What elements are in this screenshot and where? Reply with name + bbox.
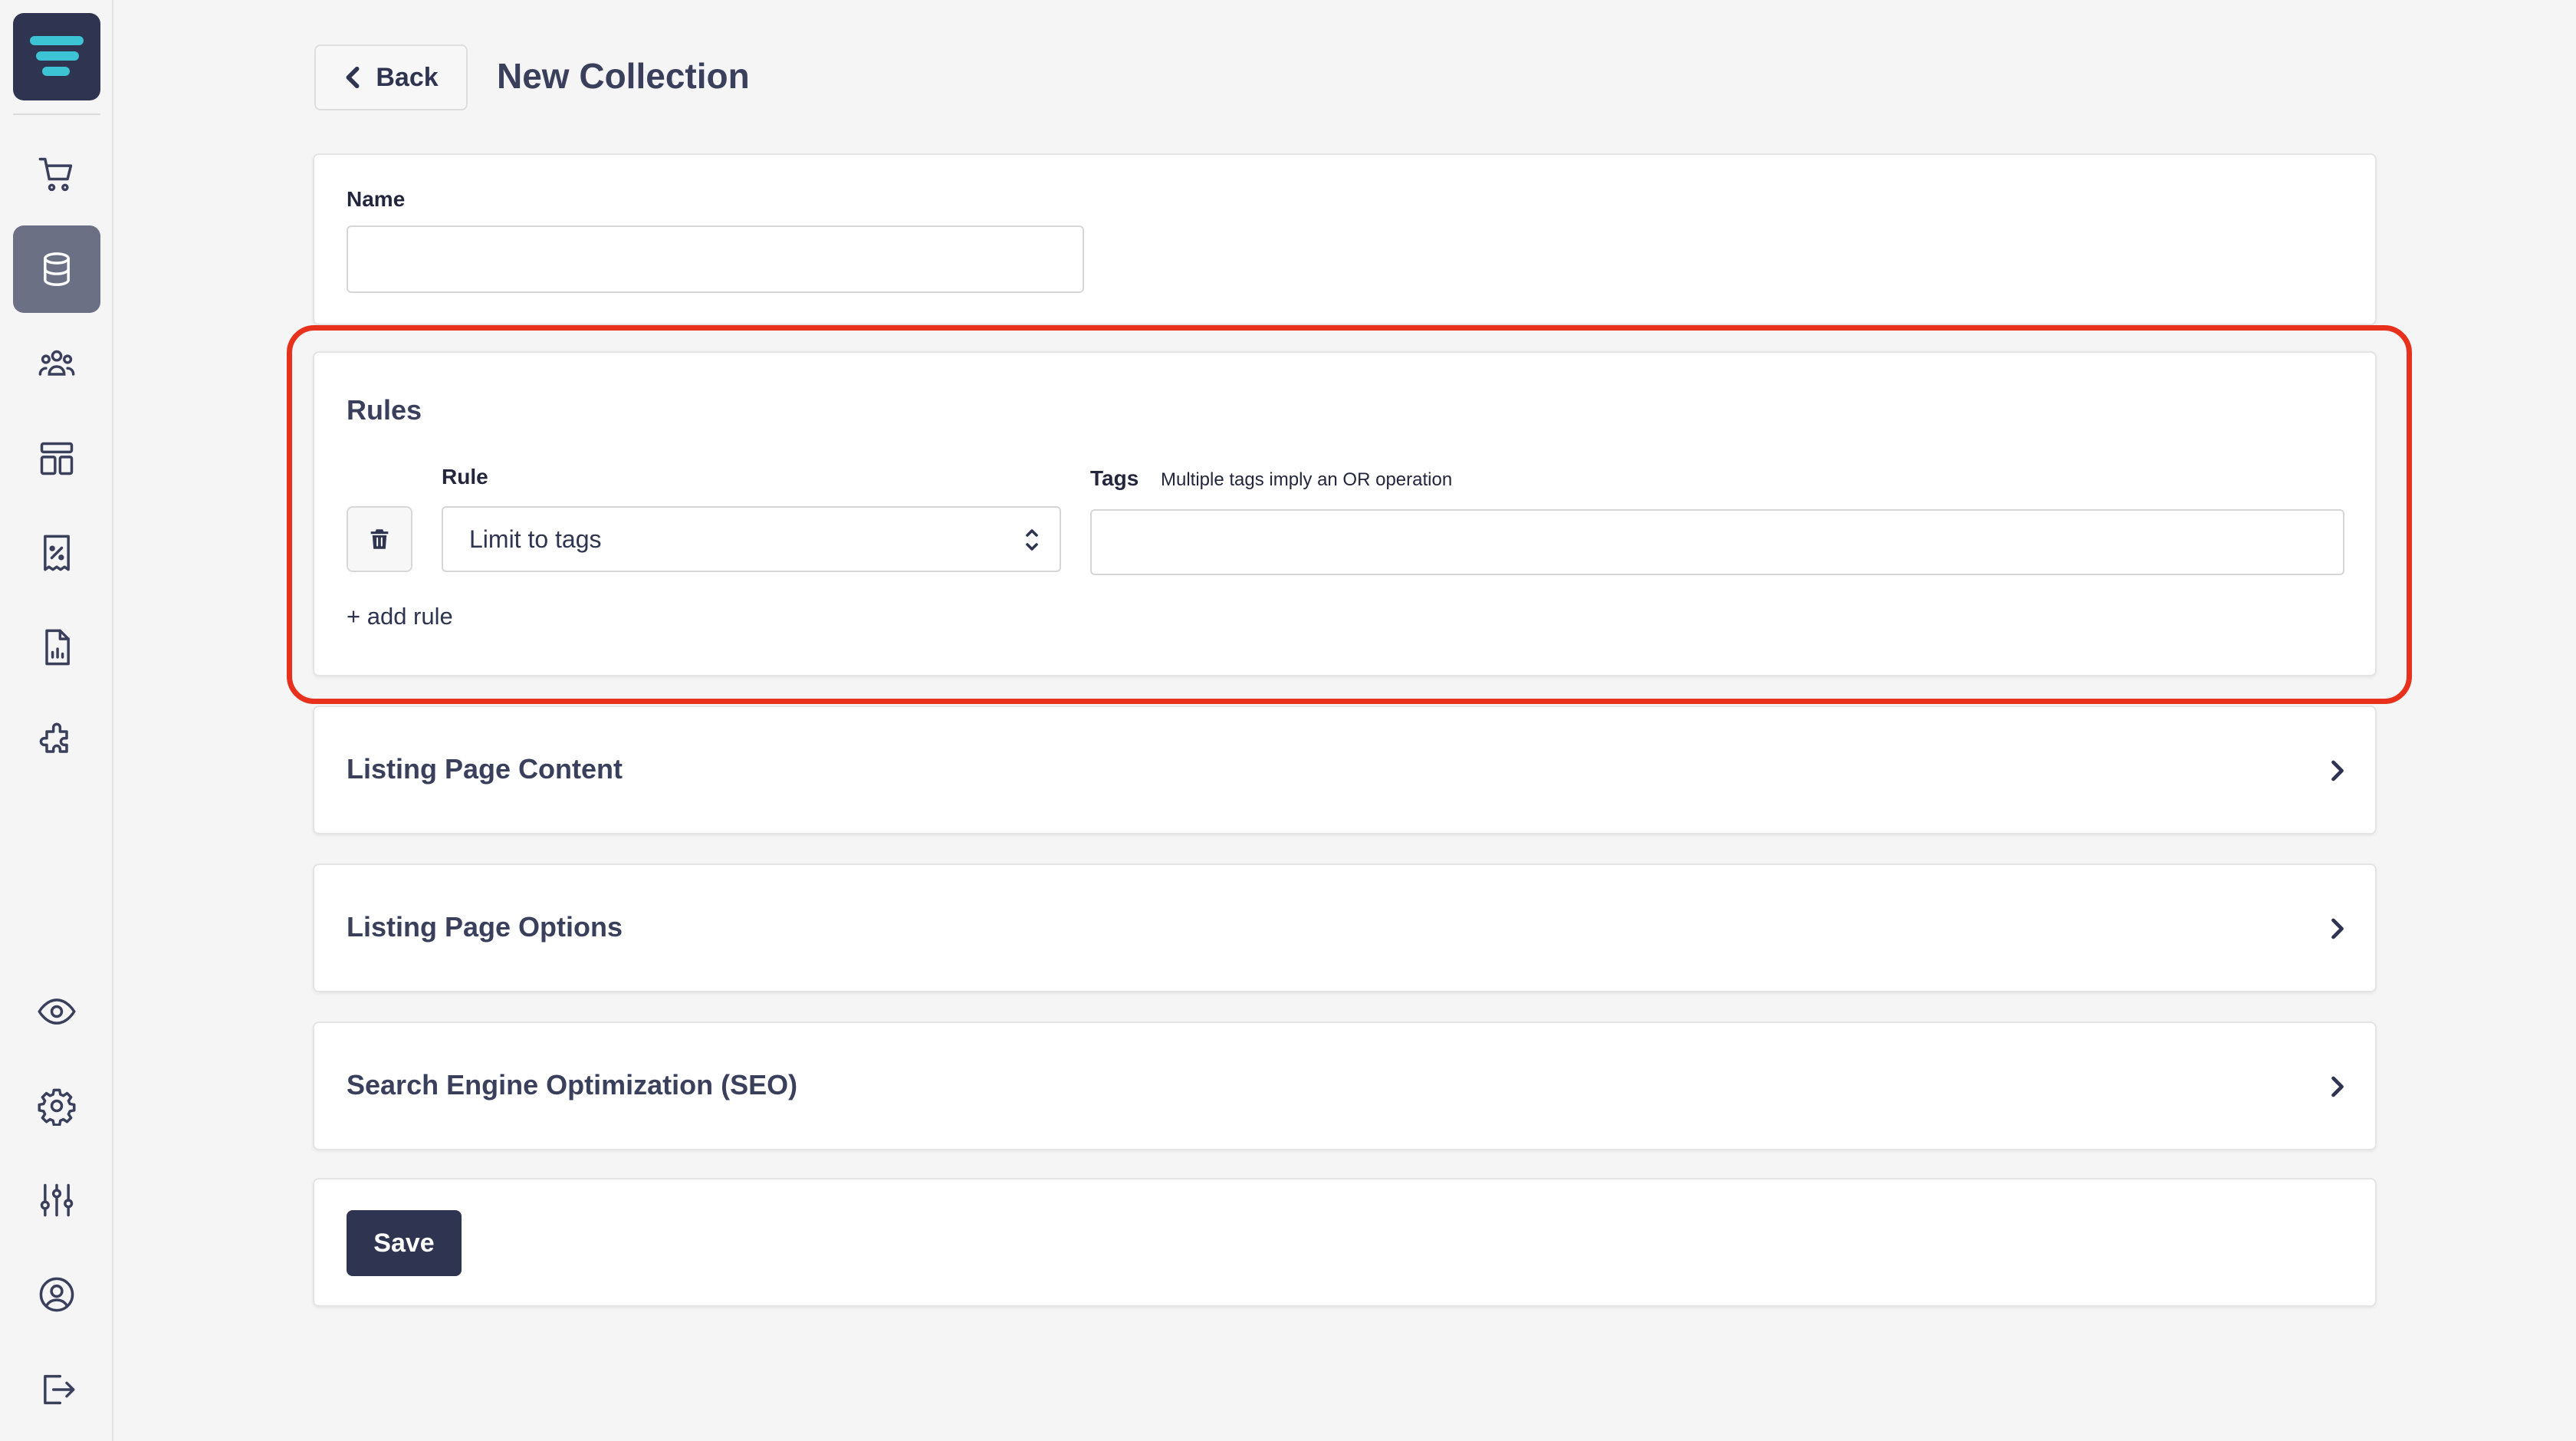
seo-section[interactable]: Search Engine Optimization (SEO) bbox=[313, 1022, 2377, 1150]
sidebar-item-adjustments[interactable] bbox=[13, 1156, 100, 1244]
sidebar-item-plugins[interactable] bbox=[13, 698, 100, 785]
sidebar-item-orders[interactable] bbox=[13, 130, 100, 218]
seo-title: Search Engine Optimization (SEO) bbox=[347, 1069, 798, 1100]
sidebar-item-reports[interactable] bbox=[13, 604, 100, 691]
sidebar-item-layout[interactable] bbox=[13, 415, 100, 502]
layout-icon bbox=[40, 442, 74, 475]
logout-icon bbox=[44, 1374, 75, 1405]
stacked-bars-logo-icon bbox=[30, 36, 84, 76]
user-circle-icon bbox=[39, 1277, 74, 1312]
listing-page-content-section[interactable]: Listing Page Content bbox=[313, 706, 2377, 834]
sidebar-item-account[interactable] bbox=[13, 1251, 100, 1338]
listing-page-options-section[interactable]: Listing Page Options bbox=[313, 864, 2377, 992]
name-label: Name bbox=[347, 187, 406, 211]
sidebar-item-discounts[interactable] bbox=[13, 509, 100, 597]
save-card: Save bbox=[313, 1178, 2377, 1307]
sidebar-item-logout[interactable] bbox=[13, 1346, 100, 1433]
back-button[interactable]: Back bbox=[314, 44, 468, 110]
chevron-right-icon bbox=[2331, 1076, 2344, 1097]
sidebar-item-collections[interactable] bbox=[13, 225, 100, 313]
rules-highlight-box bbox=[287, 325, 2412, 704]
eye-icon bbox=[38, 999, 76, 1025]
report-icon bbox=[45, 629, 70, 666]
back-button-label: Back bbox=[376, 62, 439, 92]
sliders-icon bbox=[40, 1183, 74, 1217]
sidebar-item-customers[interactable] bbox=[13, 321, 100, 408]
chevron-left-icon bbox=[346, 66, 360, 89]
sidebar-item-preview[interactable] bbox=[13, 968, 100, 1055]
sidebar-item-settings[interactable] bbox=[13, 1062, 100, 1150]
puzzle-icon bbox=[39, 722, 68, 753]
database-icon bbox=[44, 252, 70, 286]
name-input[interactable] bbox=[347, 225, 1084, 293]
listing-page-options-title: Listing Page Options bbox=[347, 911, 623, 943]
app-logo[interactable] bbox=[13, 13, 100, 100]
chevron-right-icon bbox=[2331, 760, 2344, 781]
chevron-right-icon bbox=[2331, 918, 2344, 939]
gear-icon bbox=[38, 1088, 76, 1126]
save-button[interactable]: Save bbox=[347, 1210, 462, 1276]
discount-receipt-icon bbox=[44, 535, 70, 571]
sidebar bbox=[0, 0, 113, 1441]
listing-page-content-title: Listing Page Content bbox=[347, 753, 623, 785]
cart-icon bbox=[38, 157, 73, 192]
sidebar-divider bbox=[13, 114, 100, 115]
customers-icon bbox=[38, 350, 75, 376]
page-title: New Collection bbox=[497, 56, 750, 96]
name-card: Name bbox=[313, 153, 2377, 325]
